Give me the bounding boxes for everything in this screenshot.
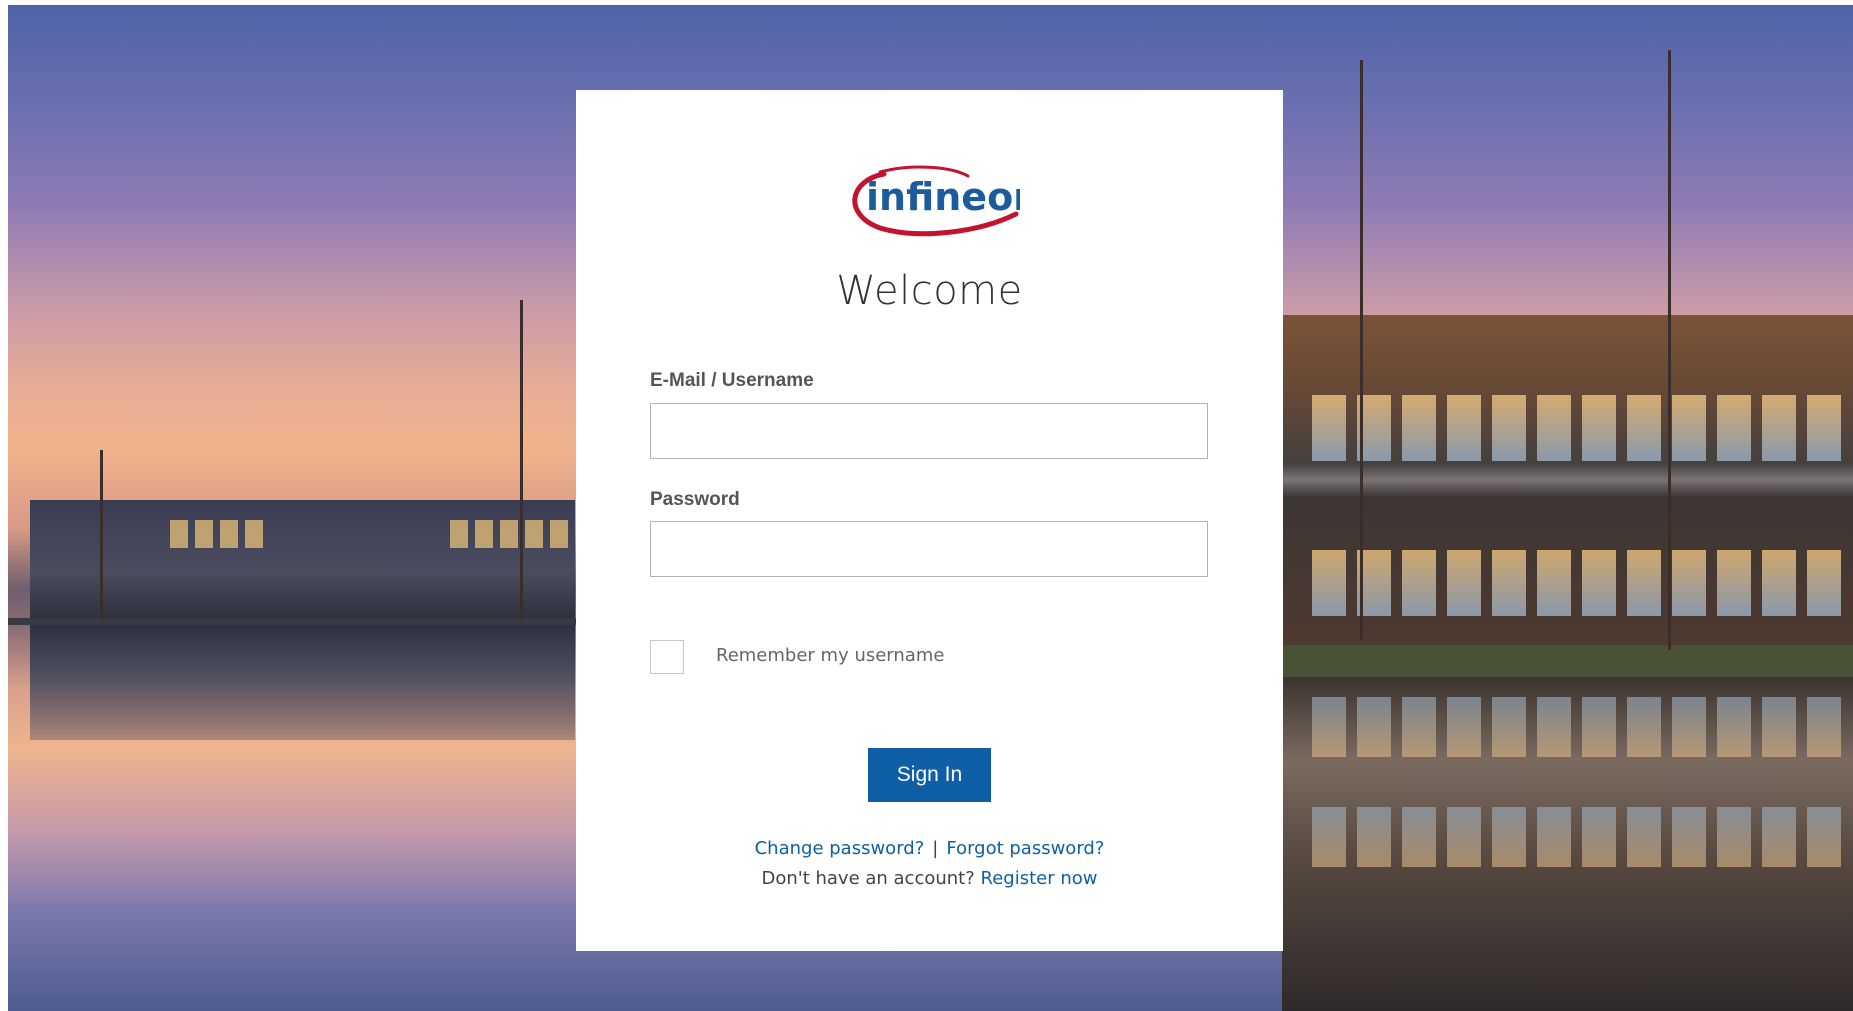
register-row: Don't have an account? Register now [576,864,1283,894]
logo-wordmark: infineon [866,175,1020,219]
username-label: E-Mail / Username [650,370,814,391]
link-separator: | [932,838,939,859]
remember-username-label[interactable]: Remember my username [716,645,944,666]
password-links-row: Change password? | Forgot password? [576,834,1283,864]
change-password-link[interactable]: Change password? [755,838,925,859]
background-tree [1360,60,1363,640]
background-building-right [1282,315,1853,645]
password-label: Password [650,489,740,510]
login-page: infineon Welcome E-Mail / Username Passw… [0,0,1853,1011]
infineon-logo: infineon [840,162,1040,242]
no-account-text: Don't have an account? [761,868,975,889]
register-now-link[interactable]: Register now [981,868,1098,889]
username-input[interactable] [650,403,1208,459]
background-tree [520,300,523,620]
background-tree [100,450,103,620]
account-links: Change password? | Forgot password? Don't … [576,834,1283,894]
remember-username-checkbox[interactable] [650,640,684,674]
background-water-edge [8,618,578,625]
background-building-left [30,500,575,618]
sign-in-button[interactable]: Sign In [868,748,991,802]
password-input[interactable] [650,521,1208,577]
forgot-password-link[interactable]: Forgot password? [946,838,1104,859]
background-reflection-right [1282,677,1853,1011]
background-grass [1282,645,1853,677]
background-tree [1668,50,1671,650]
background-reflection-left [30,625,575,740]
welcome-heading: Welcome [836,268,1023,314]
